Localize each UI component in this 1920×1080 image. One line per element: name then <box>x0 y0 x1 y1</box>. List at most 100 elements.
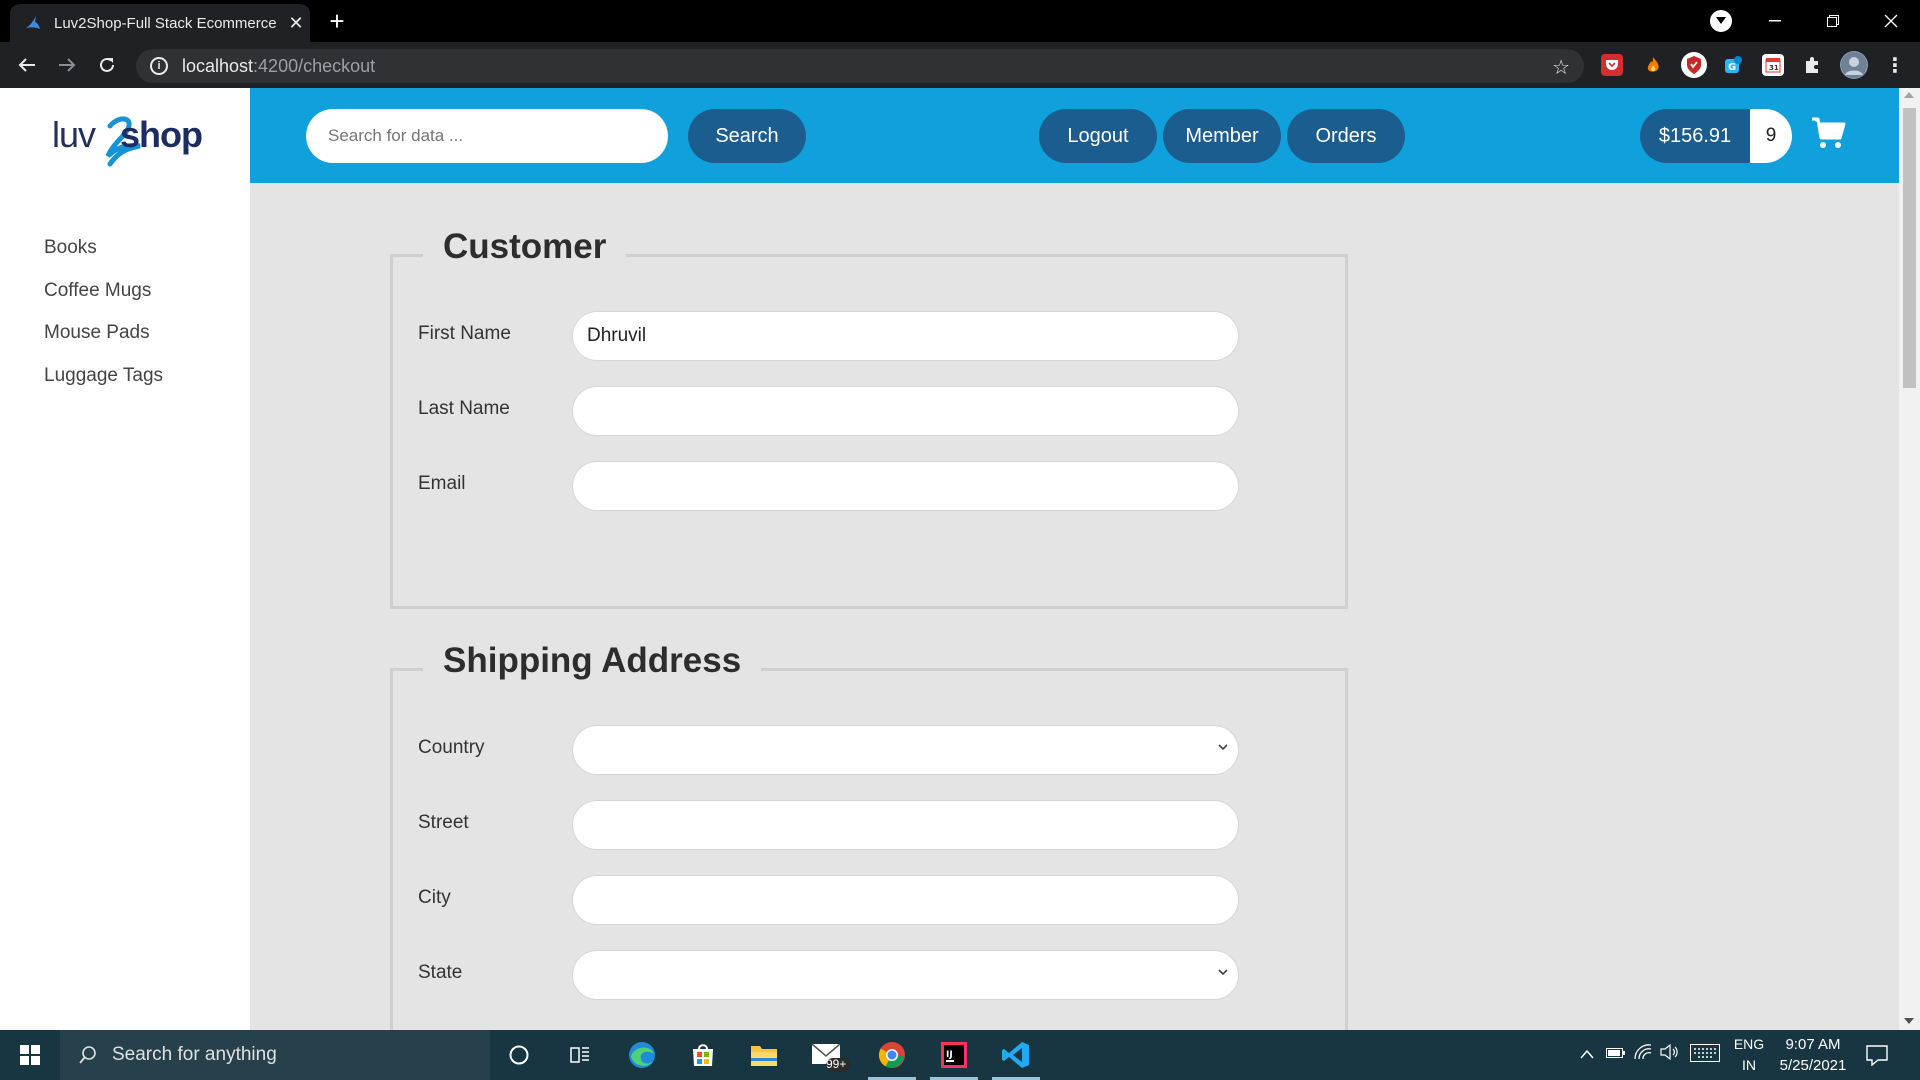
category-books[interactable]: Books <box>44 236 163 279</box>
tray-chevron-icon[interactable] <box>1580 1046 1594 1064</box>
address-bar[interactable]: i localhost:4200/checkout ☆ <box>136 49 1584 83</box>
web-page: luv shop Books Coffee Mugs Mouse Pads Lu… <box>0 88 1899 1030</box>
volume-icon[interactable] <box>1660 1043 1680 1065</box>
site-info-icon[interactable]: i <box>150 57 168 75</box>
luv2shop-logo[interactable]: luv shop <box>52 106 203 167</box>
restore-icon[interactable] <box>1804 0 1862 42</box>
chrome-app-icon[interactable] <box>862 1030 922 1080</box>
email-input[interactable] <box>572 461 1239 511</box>
logo-text-luv: luv <box>52 114 96 155</box>
tab-title: Luv2Shop-Full Stack Ecommerce <box>54 14 277 32</box>
state-select[interactable] <box>572 950 1239 1000</box>
pocket-extension-icon[interactable] <box>1601 54 1623 76</box>
windows-start-icon[interactable] <box>0 1030 60 1080</box>
mail-badge: 99+ <box>826 1057 847 1071</box>
profile-avatar-icon[interactable] <box>1840 51 1868 79</box>
last-name-label: Last Name <box>418 398 510 419</box>
minimize-icon[interactable] <box>1746 0 1804 42</box>
sidebar: luv shop Books Coffee Mugs Mouse Pads Lu… <box>0 88 250 1030</box>
lang-code: ENG <box>1733 1036 1765 1052</box>
category-luggage-tags[interactable]: Luggage Tags <box>44 364 163 407</box>
clock-time: 9:07 AM <box>1785 1036 1841 1053</box>
country-select[interactable] <box>572 725 1239 775</box>
fire-extension-icon[interactable] <box>1642 54 1664 76</box>
city-input[interactable] <box>572 875 1239 925</box>
category-mouse-pads[interactable]: Mouse Pads <box>44 321 163 364</box>
street-label: Street <box>418 812 469 833</box>
shield-extension-icon[interactable] <box>1681 52 1707 78</box>
page-scrollbar[interactable] <box>1899 88 1920 1030</box>
edge-browser-icon[interactable] <box>612 1030 672 1080</box>
microsoft-store-icon[interactable] <box>673 1030 733 1080</box>
region-code: IN <box>1742 1057 1756 1073</box>
svg-text:IJ: IJ <box>946 1050 953 1060</box>
angular-favicon-icon <box>24 14 42 32</box>
grammar-extension-icon[interactable]: G <box>1722 54 1744 76</box>
first-name-input[interactable]: Dhruvil <box>572 311 1239 361</box>
cart-total[interactable]: $156.91 <box>1640 109 1750 163</box>
customer-section: Customer First Name Dhruvil Last Name Em… <box>390 227 1348 609</box>
cart-count-badge[interactable]: 9 <box>1750 109 1792 163</box>
reload-icon[interactable] <box>92 50 122 80</box>
browser-toolbar: i localhost:4200/checkout ☆ G 31 ⋮ <box>0 42 1920 88</box>
notifications-icon[interactable] <box>1866 1044 1888 1071</box>
url-host: localhost <box>182 55 254 76</box>
battery-icon[interactable] <box>1606 1046 1626 1064</box>
tab-search-icon[interactable] <box>1710 10 1732 32</box>
clock-date: 5/25/2021 <box>1779 1057 1847 1074</box>
new-tab-button[interactable]: + <box>322 6 352 36</box>
cortana-icon[interactable] <box>489 1030 549 1080</box>
search-button[interactable]: Search <box>688 109 806 163</box>
intellij-idea-icon[interactable]: IJ <box>924 1030 984 1080</box>
category-coffee-mugs[interactable]: Coffee Mugs <box>44 279 163 322</box>
mail-app-icon[interactable]: 99+ <box>800 1030 860 1080</box>
country-label: Country <box>418 737 485 758</box>
windows-taskbar: Search for anything 99+ IJ ENG IN 9:07 A… <box>0 1030 1920 1080</box>
category-menu: Books Coffee Mugs Mouse Pads Luggage Tag… <box>44 236 163 406</box>
shipping-legend: Shipping Address <box>423 641 762 681</box>
browser-menu-icon[interactable]: ⋮ <box>1884 54 1906 77</box>
close-window-icon[interactable] <box>1862 0 1920 42</box>
window-controls <box>1746 0 1920 42</box>
svg-text:31: 31 <box>1769 64 1779 72</box>
chevron-down-icon <box>1218 969 1228 976</box>
city-label: City <box>418 887 451 908</box>
taskbar-clock[interactable]: 9:07 AM 5/25/2021 <box>1770 1034 1856 1076</box>
back-icon[interactable] <box>12 50 42 80</box>
email-label: Email <box>418 473 466 494</box>
bookmark-star-icon[interactable]: ☆ <box>1552 55 1570 80</box>
taskbar-search-text: Search for anything <box>112 1044 277 1065</box>
calendar-extension-icon[interactable]: 31 <box>1762 54 1784 76</box>
member-button[interactable]: Member <box>1163 109 1281 163</box>
svg-text:G: G <box>1728 62 1736 73</box>
scroll-up-icon[interactable] <box>1904 92 1914 98</box>
street-input[interactable] <box>572 800 1239 850</box>
vscode-icon[interactable] <box>986 1030 1046 1080</box>
task-view-icon[interactable] <box>550 1030 610 1080</box>
customer-legend: Customer <box>423 227 627 267</box>
scroll-down-icon[interactable] <box>1904 1018 1914 1024</box>
search-input[interactable] <box>306 109 668 163</box>
search-icon <box>79 1046 96 1064</box>
taskbar-search-box[interactable]: Search for anything <box>60 1030 490 1080</box>
scrollbar-thumb[interactable] <box>1903 108 1916 388</box>
extensions-puzzle-icon[interactable] <box>1801 54 1823 76</box>
file-explorer-icon[interactable] <box>734 1030 794 1080</box>
shopping-cart-icon[interactable] <box>1810 116 1846 150</box>
keyboard-icon[interactable] <box>1690 1044 1720 1067</box>
forward-icon[interactable] <box>52 50 82 80</box>
logout-button[interactable]: Logout <box>1039 109 1157 163</box>
state-label: State <box>418 962 463 983</box>
tab-close-icon[interactable]: ✕ <box>282 13 310 34</box>
orders-button[interactable]: Orders <box>1287 109 1405 163</box>
language-indicator[interactable]: ENG IN <box>1732 1034 1766 1076</box>
site-header: Search Logout Member Orders $156.91 9 <box>250 88 1899 183</box>
browser-titlebar: Luv2Shop-Full Stack Ecommerce ✕ + <box>0 0 1920 42</box>
url-path: :4200/checkout <box>253 55 376 76</box>
chevron-down-icon <box>1218 744 1228 751</box>
wifi-icon[interactable] <box>1634 1044 1652 1065</box>
browser-tab[interactable]: Luv2Shop-Full Stack Ecommerce ✕ <box>10 4 310 42</box>
shipping-address-section: Shipping Address Country Street City Sta… <box>390 641 1348 1030</box>
last-name-input[interactable] <box>572 386 1239 436</box>
first-name-label: First Name <box>418 323 511 344</box>
